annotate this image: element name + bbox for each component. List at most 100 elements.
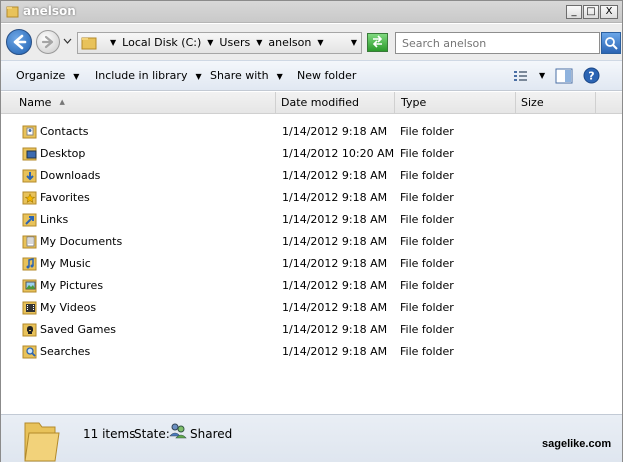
list-item[interactable]: My Music 1/14/2012 9:18 AM File folder (1, 252, 622, 274)
file-name: Downloads (40, 169, 101, 182)
share-with-menu[interactable]: Share with ▼ (210, 69, 283, 82)
list-item[interactable]: Searches 1/14/2012 9:18 AM File folder (1, 340, 622, 362)
file-date: 1/14/2012 9:18 AM (282, 125, 388, 138)
view-details-icon[interactable] (513, 69, 529, 83)
file-type: File folder (400, 147, 454, 160)
item-count: 11 items (83, 427, 136, 441)
column-date-modified[interactable]: Date modified (275, 92, 395, 113)
arrow-right-icon (41, 35, 54, 49)
list-item[interactable]: Favorites 1/14/2012 9:18 AM File folder (1, 186, 622, 208)
file-date: 1/14/2012 9:18 AM (282, 169, 388, 182)
window-controls: _ □ X (566, 5, 618, 19)
file-name: Searches (40, 345, 91, 358)
file-date: 1/14/2012 9:18 AM (282, 279, 388, 292)
new-folder-label: New folder (297, 69, 357, 82)
file-date: 1/14/2012 9:18 AM (282, 301, 388, 314)
address-history-dropdown[interactable]: ▼ (351, 38, 357, 47)
documents-folder-icon (22, 235, 37, 249)
column-name[interactable]: Name ▲ (13, 92, 276, 113)
file-type: File folder (400, 257, 454, 270)
close-button[interactable]: X (600, 5, 618, 19)
change-view-dropdown-icon[interactable]: ▼ (539, 71, 545, 80)
column-size-label: Size (521, 96, 544, 109)
search-icon (605, 37, 618, 50)
share-with-label: Share with (210, 69, 269, 82)
list-item[interactable]: Contacts 1/14/2012 9:18 AM File folder (1, 120, 622, 142)
file-name: Links (40, 213, 69, 226)
back-button[interactable] (6, 29, 32, 55)
file-type: File folder (400, 169, 454, 182)
file-date: 1/14/2012 9:18 AM (282, 257, 388, 270)
breadcrumb-local-disk[interactable]: Local Disk (C:) (122, 36, 201, 49)
list-item[interactable]: My Videos 1/14/2012 9:18 AM File folder (1, 296, 622, 318)
help-icon[interactable]: ? (583, 67, 600, 84)
organize-label: Organize (16, 69, 66, 82)
list-item[interactable]: My Documents 1/14/2012 9:18 AM File fold… (1, 230, 622, 252)
include-in-library-label: Include in library (95, 69, 188, 82)
folder-icon (24, 422, 60, 462)
chevron-down-icon[interactable]: ▼ (110, 38, 116, 47)
search-input[interactable] (396, 33, 599, 53)
chevron-down-icon: ▼ (276, 72, 283, 81)
chevron-down-icon[interactable]: ▼ (207, 38, 213, 47)
file-name: My Videos (40, 301, 97, 314)
new-folder-button[interactable]: New folder (297, 69, 356, 82)
file-date: 1/14/2012 9:18 AM (282, 323, 388, 336)
file-name: Contacts (40, 125, 89, 138)
details-pane: 11 items State: Shared sagelike.com (1, 414, 622, 462)
contacts-folder-icon (22, 125, 37, 139)
refresh-button[interactable] (367, 33, 388, 52)
list-item[interactable]: Links 1/14/2012 9:18 AM File folder (1, 208, 622, 230)
address-bar[interactable]: ▼ Local Disk (C:) ▼ Users ▼ anelson ▼ ▼ (77, 32, 362, 54)
breadcrumb-users[interactable]: Users (219, 36, 250, 49)
folder-icon (6, 6, 19, 18)
column-date-label: Date modified (281, 96, 359, 109)
sort-ascending-icon: ▲ (59, 98, 65, 106)
chevron-down-icon[interactable]: ▼ (317, 38, 323, 47)
column-size[interactable]: Size (515, 92, 596, 113)
watermark: sagelike.com (542, 438, 612, 450)
state-label: State: (134, 427, 170, 441)
file-date: 1/14/2012 9:18 AM (282, 235, 388, 248)
recent-pages-dropdown-icon[interactable] (63, 37, 72, 45)
state-value: Shared (190, 427, 233, 441)
title-bar[interactable]: anelson _ □ X (1, 1, 622, 23)
file-type: File folder (400, 125, 454, 138)
include-in-library-menu[interactable]: Include in library ▼ (95, 69, 202, 82)
file-name: Saved Games (40, 323, 116, 336)
search-button[interactable] (601, 32, 621, 54)
list-item[interactable]: Desktop 1/14/2012 10:20 AM File folder (1, 142, 622, 164)
maximize-button[interactable]: □ (583, 5, 599, 19)
forward-button[interactable] (36, 30, 60, 54)
arrow-left-icon (13, 34, 27, 50)
list-item[interactable]: Downloads 1/14/2012 9:18 AM File folder (1, 164, 622, 186)
file-type: File folder (400, 323, 454, 336)
file-type: File folder (400, 279, 454, 292)
folder-icon (81, 37, 97, 50)
file-type: File folder (400, 345, 454, 358)
breadcrumb-anelson[interactable]: anelson (268, 36, 311, 49)
file-name: My Pictures (40, 279, 104, 292)
file-date: 1/14/2012 9:18 AM (282, 345, 388, 358)
command-bar: Organize ▼ Include in library ▼ Share with… (1, 60, 622, 91)
file-date: 1/14/2012 9:18 AM (282, 191, 388, 204)
file-name: Desktop (40, 147, 86, 160)
file-date: 1/14/2012 9:18 AM (282, 213, 388, 226)
list-item[interactable]: My Pictures 1/14/2012 9:18 AM File folde… (1, 274, 622, 296)
minimize-button[interactable]: _ (566, 5, 582, 19)
column-type-label: Type (401, 96, 427, 109)
searches-folder-icon (22, 345, 37, 359)
address-row: ▼ Local Disk (C:) ▼ Users ▼ anelson ▼ ▼ (1, 24, 622, 60)
chevron-down-icon[interactable]: ▼ (256, 38, 262, 47)
organize-menu[interactable]: Organize ▼ (16, 69, 79, 82)
column-type[interactable]: Type (395, 92, 516, 113)
file-name: My Documents (40, 235, 123, 248)
chevron-down-icon: ▼ (195, 72, 202, 81)
file-type: File folder (400, 235, 454, 248)
music-folder-icon (22, 257, 37, 271)
preview-pane-icon[interactable] (555, 68, 573, 84)
file-type: File folder (400, 301, 454, 314)
search-box[interactable] (395, 32, 600, 54)
list-item[interactable]: Saved Games 1/14/2012 9:18 AM File folde… (1, 318, 622, 340)
svg-text:?: ? (588, 70, 594, 83)
